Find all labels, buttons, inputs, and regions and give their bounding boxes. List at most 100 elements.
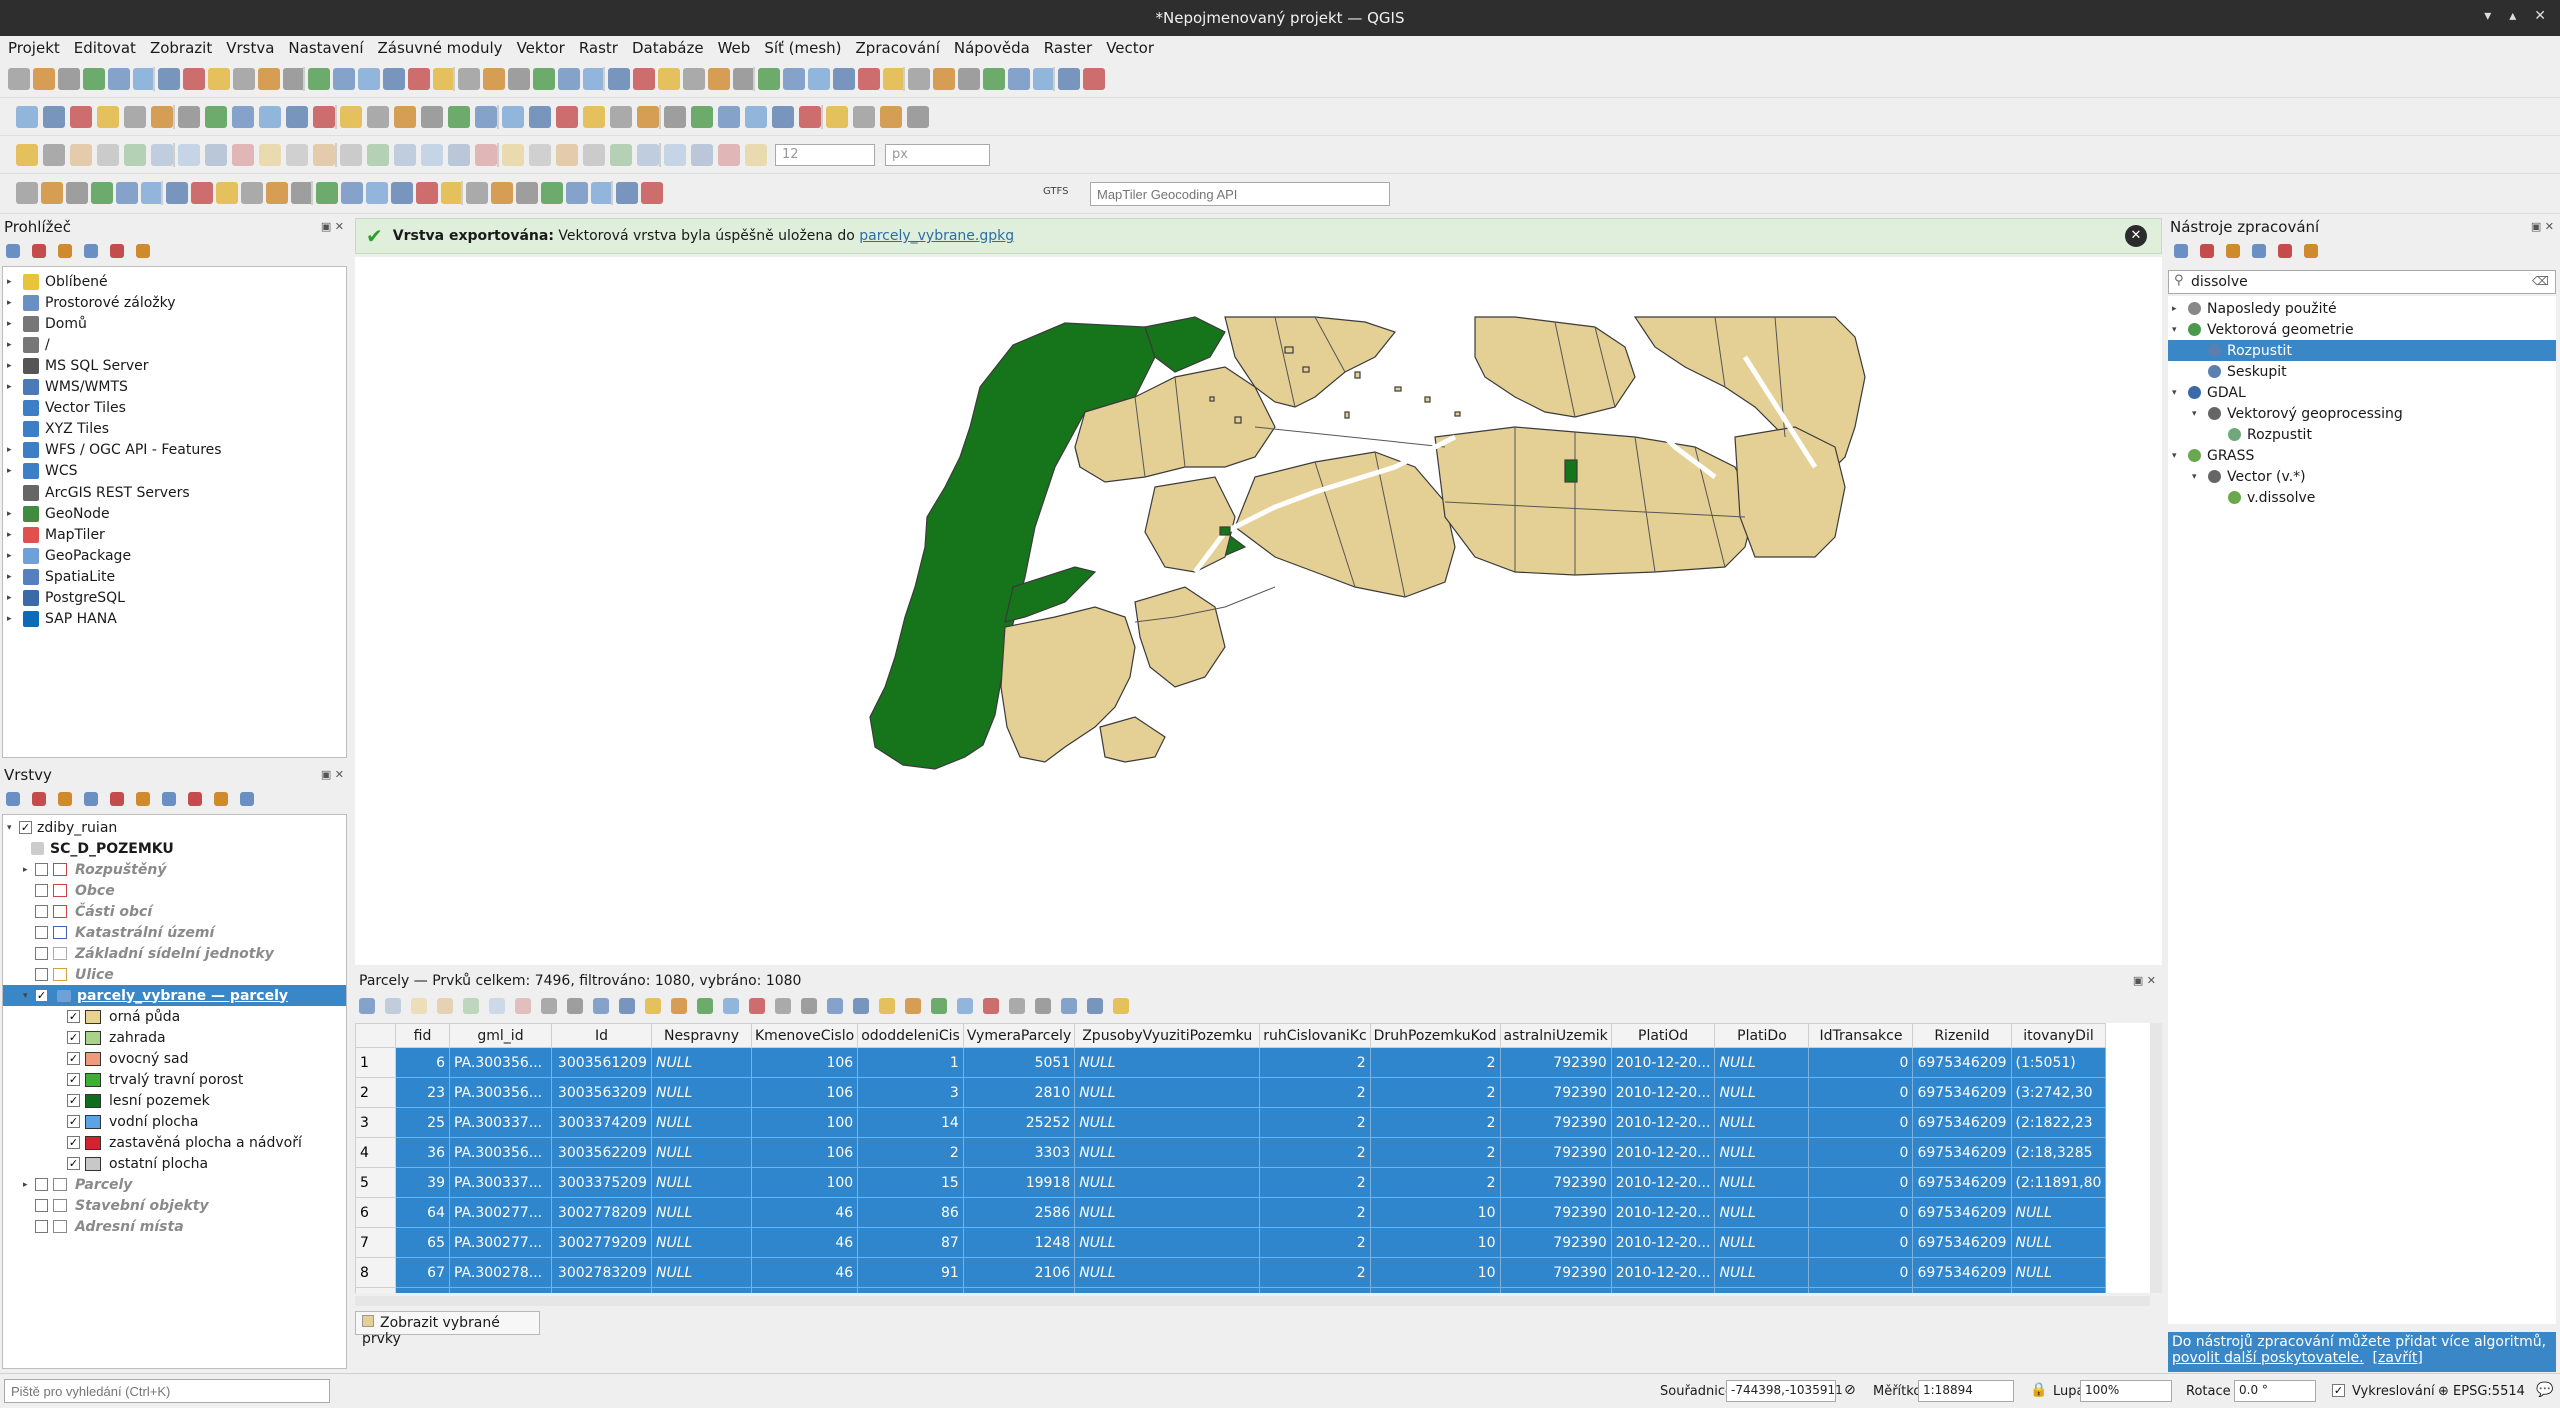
layer-checkbox[interactable] [35, 863, 48, 876]
expand-arrow-icon[interactable]: ▸ [7, 593, 19, 603]
geocoder-search-input[interactable] [1090, 182, 1390, 206]
table-cell[interactable]: 792390 [1499, 1227, 1612, 1258]
table-cell[interactable]: 3003563209 [551, 1077, 652, 1108]
table-cell[interactable]: 2 [857, 1137, 964, 1168]
browser-item[interactable]: ▸ MapTiler [7, 524, 105, 545]
attribute-tool-icon[interactable] [1113, 998, 1129, 1014]
browser-item[interactable]: ▸ Domů [7, 313, 87, 334]
collapse-arrow-icon[interactable]: ▾ [23, 991, 35, 1001]
table-cell[interactable]: 2 [1259, 1077, 1371, 1108]
table-cell[interactable]: PA.300356... [449, 1047, 552, 1078]
category-checkbox[interactable]: ✓ [67, 1052, 80, 1065]
layer-item[interactable]: Části obcí [3, 901, 346, 922]
toolbar-tool-icon[interactable] [266, 182, 288, 204]
toolbar-tool-icon[interactable] [259, 106, 281, 128]
map-canvas[interactable] [355, 257, 2162, 965]
panel-tool-icon[interactable] [58, 792, 72, 806]
table-cell[interactable]: NULL [1074, 1257, 1261, 1288]
toolbar-tool-icon[interactable] [383, 68, 405, 90]
table-row[interactable]: 3 25 PA.300337... 3003374209 NULL 100 14 25252 N… [355, 1107, 2107, 1138]
table-cell[interactable]: NULL [1074, 1137, 1261, 1168]
panel-close-icon[interactable]: ▣ ✕ [321, 220, 344, 233]
toolbar-tool-icon[interactable] [286, 144, 308, 166]
expand-arrow-icon[interactable]: ▸ [7, 551, 19, 561]
table-row[interactable]: 8 67 PA.300278... 3002783209 NULL 46 91 2106 NUL… [355, 1257, 2107, 1288]
toolbar-tool-icon[interactable] [43, 144, 65, 166]
locator-search-input[interactable] [4, 1379, 330, 1403]
attribute-tool-icon[interactable] [593, 998, 609, 1014]
toolbar-tool-icon[interactable] [16, 182, 38, 204]
panel-close-icon[interactable]: ▣ ✕ [2133, 974, 2156, 987]
toolbar-tool-icon[interactable] [733, 68, 755, 90]
table-cell[interactable]: 10 [1369, 1287, 1501, 1293]
table-cell[interactable]: 2010-12-20... [1610, 1287, 1716, 1293]
toolbar-tool-icon[interactable] [799, 106, 821, 128]
table-cell[interactable]: 2010-12-20... [1610, 1047, 1716, 1078]
expand-arrow-icon[interactable]: ▸ [7, 277, 19, 287]
table-cell[interactable]: 2 [1259, 1107, 1371, 1138]
table-cell[interactable]: 46 [750, 1287, 859, 1293]
table-cell[interactable]: NULL [1714, 1107, 1810, 1138]
processing-item[interactable]: ▾ GDAL [2168, 382, 2556, 403]
toolbar-tool-icon[interactable] [502, 144, 524, 166]
toolbar-tool-icon[interactable] [808, 68, 830, 90]
column-header[interactable]: RizeniId [1912, 1023, 2012, 1048]
table-cell[interactable]: 8 [355, 1257, 396, 1288]
table-row[interactable]: 2 23 PA.300356... 3003563209 NULL 106 3 2810 NUL… [355, 1077, 2107, 1108]
toolbar-tool-icon[interactable] [133, 68, 155, 90]
table-cell[interactable]: 106 [750, 1077, 859, 1108]
attribute-tool-icon[interactable] [1061, 998, 1077, 1014]
table-cell[interactable]: 86 [857, 1197, 964, 1228]
table-cell[interactable]: 3002783209 [551, 1257, 652, 1288]
toolbar-tool-icon[interactable] [608, 68, 630, 90]
expand-arrow-icon[interactable]: ▾ [2192, 409, 2204, 419]
table-cell[interactable]: 6975346209 [1912, 1227, 2012, 1258]
toolbar-tool-icon[interactable] [394, 106, 416, 128]
processing-item[interactable]: v.dissolve [2168, 487, 2556, 508]
attribute-tool-icon[interactable] [1035, 998, 1051, 1014]
menu-6[interactable]: Vektor [517, 39, 565, 57]
table-cell[interactable]: 19918 [962, 1167, 1076, 1198]
panel-tool-icon[interactable] [32, 244, 46, 258]
browser-item[interactable]: ▸ GeoNode [7, 503, 110, 524]
toolbar-tool-icon[interactable] [83, 68, 105, 90]
toolbar-tool-icon[interactable] [641, 182, 663, 204]
panel-tool-icon[interactable] [240, 792, 254, 806]
clear-search-icon[interactable]: ⌫ [2532, 274, 2549, 288]
table-cell[interactable]: 6975346209 [1912, 1197, 2012, 1228]
expand-arrow-icon[interactable]: ▸ [7, 445, 19, 455]
expand-arrow-icon[interactable]: ▸ [23, 865, 35, 875]
browser-item[interactable]: ▸ SpatiaLite [7, 566, 115, 587]
table-cell[interactable]: 2 [1259, 1167, 1371, 1198]
legend-category[interactable]: ✓ vodní plocha [3, 1111, 346, 1132]
attribute-tool-icon[interactable] [983, 998, 999, 1014]
layer-item[interactable]: Stavební objekty [3, 1195, 346, 1216]
column-header[interactable]: DruhPozemkuKod [1369, 1023, 1501, 1048]
scale-input[interactable]: 1:18894 [1918, 1380, 2014, 1402]
toolbar-tool-icon[interactable] [340, 144, 362, 166]
panel-tool-icon[interactable] [2226, 244, 2240, 258]
table-cell[interactable]: 2 [1369, 1077, 1501, 1108]
layer-item[interactable]: Adresní místa [3, 1216, 346, 1237]
filter-selected-button[interactable]: Zobrazit vybrané prvky [355, 1311, 540, 1347]
menu-13[interactable]: Raster [1044, 39, 1092, 57]
legend-category[interactable]: ✓ zahrada [3, 1027, 346, 1048]
table-cell[interactable]: 792390 [1499, 1257, 1612, 1288]
table-cell[interactable]: 6975346209 [1912, 1077, 2012, 1108]
column-header[interactable]: gml_id [449, 1023, 552, 1048]
menu-9[interactable]: Web [718, 39, 751, 57]
table-cell[interactable]: 10 [1369, 1197, 1501, 1228]
layer-item[interactable]: ▸ Rozpuštěný [3, 859, 346, 880]
toolbar-tool-icon[interactable] [124, 144, 146, 166]
table-cell[interactable]: 2010-12-20... [1610, 1167, 1716, 1198]
table-cell[interactable]: 2 [1259, 1287, 1371, 1293]
toolbar-tool-icon[interactable] [232, 106, 254, 128]
table-cell[interactable]: NULL [651, 1107, 752, 1138]
table-row[interactable]: 4 36 PA.300356... 3003562209 NULL 106 2 3303 NUL… [355, 1137, 2107, 1168]
table-cell[interactable]: 36 [395, 1137, 450, 1168]
toolbar-tool-icon[interactable] [367, 106, 389, 128]
toolbar-tool-icon[interactable] [758, 68, 780, 90]
table-cell[interactable]: NULL [1714, 1137, 1810, 1168]
table-cell[interactable]: 15 [857, 1167, 964, 1198]
table-cell[interactable]: 3 [355, 1107, 396, 1138]
